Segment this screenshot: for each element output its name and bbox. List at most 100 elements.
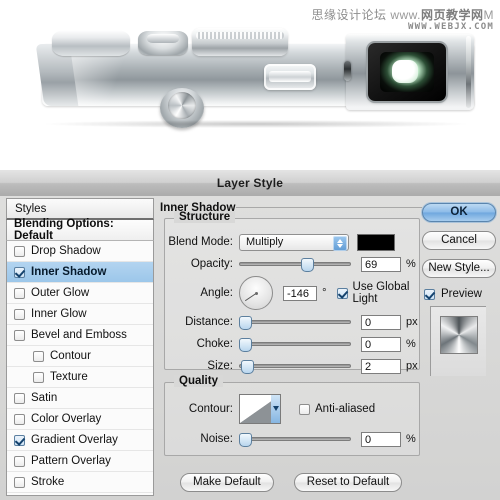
preview-label: Preview xyxy=(441,288,482,300)
choke-input[interactable]: 0 xyxy=(361,336,401,352)
style-row[interactable]: Stroke xyxy=(7,472,153,493)
size-slider-track xyxy=(239,364,351,368)
shadow-color-swatch[interactable] xyxy=(357,233,395,251)
choke-slider[interactable] xyxy=(239,337,351,352)
quality-legend: Quality xyxy=(174,375,223,387)
opacity-slider[interactable] xyxy=(239,257,351,272)
style-row[interactable]: Inner Glow xyxy=(7,304,153,325)
style-row[interactable]: Outer Glow xyxy=(7,283,153,304)
blend-mode-label: Blend Mode: xyxy=(168,236,233,248)
structure-legend: Structure xyxy=(174,211,236,223)
style-row-checkbox[interactable] xyxy=(33,371,44,383)
style-row[interactable]: Bevel and Emboss xyxy=(7,325,153,346)
distance-row: Distance: 0 px xyxy=(165,311,419,333)
quality-group: Quality Contour: Anti-aliased Noise: 0 % xyxy=(164,375,420,456)
chevron-down-icon[interactable] xyxy=(271,395,280,423)
chevron-updown-icon[interactable] xyxy=(333,235,347,251)
opacity-slider-track xyxy=(239,262,351,266)
anti-aliased-row[interactable]: Anti-aliased xyxy=(299,403,375,415)
style-row-checkbox[interactable] xyxy=(14,266,25,278)
style-row[interactable]: Texture xyxy=(7,367,153,388)
noise-input[interactable]: 0 xyxy=(361,431,401,447)
choke-slider-knob[interactable] xyxy=(239,338,252,352)
anti-aliased-checkbox[interactable] xyxy=(299,403,310,415)
distance-unit: px xyxy=(406,316,418,328)
dialog-title: Layer Style xyxy=(216,176,284,190)
dialog-titlebar[interactable]: Layer Style xyxy=(0,170,500,197)
use-global-light-row[interactable]: Use Global Light xyxy=(336,281,419,305)
angle-dial[interactable] xyxy=(239,276,273,310)
style-row-label: Gradient Overlay xyxy=(31,434,118,446)
reset-to-default-button[interactable]: Reset to Default xyxy=(293,473,403,492)
opacity-row: Opacity: 69 % xyxy=(165,253,419,275)
watermark-www: www. xyxy=(390,8,421,22)
new-style-button[interactable]: New Style... xyxy=(422,259,496,278)
effect-settings-panel: Inner Shadow Structure Blend Mode: Multi… xyxy=(158,198,422,496)
style-row[interactable]: Drop Shadow xyxy=(7,241,153,262)
style-row[interactable]: Gradient Overlay xyxy=(7,430,153,451)
styles-panel-header: Styles xyxy=(6,198,154,220)
size-slider[interactable] xyxy=(239,359,351,374)
style-row[interactable]: Contour xyxy=(7,346,153,367)
noise-unit: % xyxy=(406,433,416,445)
style-row-label: Contour xyxy=(50,350,91,362)
watermark-forum-name: 思缘设计论坛 xyxy=(311,8,387,22)
style-row[interactable]: Inner Shadow xyxy=(7,262,153,283)
opacity-slider-knob[interactable] xyxy=(301,258,314,272)
watermark-line-2: WWW.WEBJX.COM xyxy=(407,21,494,32)
blend-mode-select[interactable]: Multiply xyxy=(239,233,349,251)
style-row-checkbox[interactable] xyxy=(14,413,25,425)
style-row-checkbox[interactable] xyxy=(14,287,25,299)
angle-label: Angle: xyxy=(200,287,233,299)
contour-preset-swatch[interactable] xyxy=(239,394,281,424)
style-row-checkbox[interactable] xyxy=(14,392,25,404)
style-row-checkbox[interactable] xyxy=(14,434,25,446)
ok-button[interactable]: OK xyxy=(422,203,496,222)
distance-slider-track xyxy=(239,320,351,324)
opacity-input[interactable]: 69 xyxy=(361,256,401,272)
noise-slider[interactable] xyxy=(239,432,351,447)
style-row-checkbox[interactable] xyxy=(14,329,25,341)
camera-shutter-button-inner xyxy=(168,92,196,119)
angle-input[interactable]: -146 xyxy=(283,285,318,301)
angle-unit: ° xyxy=(322,287,327,299)
size-input[interactable]: 2 xyxy=(361,358,401,374)
style-row-checkbox[interactable] xyxy=(33,350,44,362)
style-row[interactable]: Satin xyxy=(7,388,153,409)
noise-slider-knob[interactable] xyxy=(239,433,252,447)
watermark-site-cn: 网页教学网 xyxy=(420,8,484,22)
noise-label: Noise: xyxy=(200,433,233,445)
style-row[interactable]: Pattern Overlay xyxy=(7,451,153,472)
style-row-checkbox[interactable] xyxy=(14,245,25,257)
size-slider-knob[interactable] xyxy=(241,360,254,374)
choke-label: Choke: xyxy=(196,338,233,350)
style-row-checkbox[interactable] xyxy=(14,476,25,488)
blending-options-row[interactable]: Blending Options: Default xyxy=(6,218,154,242)
style-row[interactable]: Color Overlay xyxy=(7,409,153,430)
use-global-light-checkbox[interactable] xyxy=(336,287,348,299)
make-default-button[interactable]: Make Default xyxy=(180,473,274,492)
structure-group: Structure Blend Mode: Multiply Opacity: xyxy=(164,211,420,374)
cancel-button[interactable]: Cancel xyxy=(422,231,496,250)
distance-input[interactable]: 0 xyxy=(361,314,401,330)
opacity-label: Opacity: xyxy=(190,258,233,270)
distance-slider-knob[interactable] xyxy=(239,316,252,330)
layer-style-dialog: Layer Style Styles Blending Options: Def… xyxy=(0,170,500,500)
style-effects-list[interactable]: Drop Shadow Inner Shadow Outer Glow Inner G… xyxy=(6,241,154,496)
angle-row: Angle: -146 ° Use Global Light xyxy=(165,275,419,311)
distance-slider[interactable] xyxy=(239,315,351,330)
style-row-label: Drop Shadow xyxy=(31,245,101,257)
angle-dial-hub xyxy=(254,291,258,295)
preview-thumbnail-box xyxy=(430,306,486,376)
contour-row: Contour: Anti-aliased xyxy=(165,390,419,428)
size-unit: px xyxy=(406,360,418,372)
preview-row[interactable]: Preview xyxy=(424,288,496,300)
watermark-suffix: M xyxy=(483,8,494,22)
style-row-checkbox[interactable] xyxy=(14,308,25,320)
preview-checkbox[interactable] xyxy=(424,288,435,300)
style-row-checkbox[interactable] xyxy=(14,455,25,467)
camera-lens-housing xyxy=(368,43,446,101)
dialog-body: Styles Blending Options: Default Drop Sh… xyxy=(0,196,500,500)
preview-thumbnail xyxy=(439,316,478,354)
noise-row: Noise: 0 % xyxy=(165,428,419,450)
